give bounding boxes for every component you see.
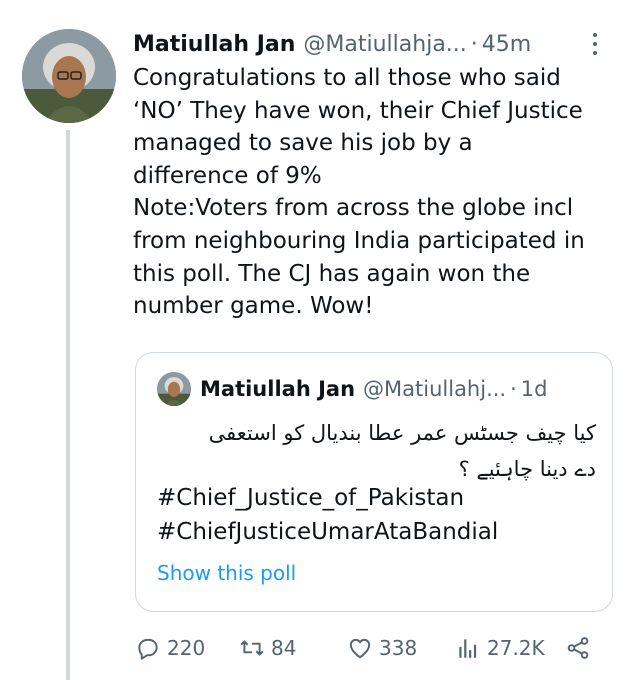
share-icon (567, 637, 589, 659)
quoted-timestamp: 1d (520, 377, 548, 401)
author-name[interactable]: Matiullah Jan (133, 32, 295, 57)
hashtag-chief-justice-umar-ata-bandial[interactable]: #ChiefJusticeUmarAtaBandial (157, 519, 498, 545)
avatar-image (22, 29, 116, 123)
heart-icon (349, 638, 371, 659)
share-button[interactable] (565, 628, 591, 668)
thread-line (66, 130, 70, 680)
reply-count: 220 (167, 636, 206, 660)
tweet-header: Matiullah Jan @Matiullahja... · 45m (133, 26, 613, 62)
like-count: 338 (379, 636, 418, 660)
like-button[interactable]: 338 (347, 628, 417, 668)
reply-icon (138, 638, 158, 660)
tweet-actions-bar: 220 84 338 27.2K (135, 628, 615, 668)
quoted-tweet-urdu-text: کیا چیف جسٹس عمر عطا بندیال کو استعفی دے… (156, 415, 596, 487)
quoted-author-name: Matiullah Jan (200, 377, 356, 401)
quoted-avatar-image (157, 372, 191, 406)
quoted-author-handle: @Matiullahj... (363, 377, 507, 401)
quoted-tweet-header: Matiullah Jan @Matiullahj... · 1d (200, 371, 600, 407)
separator-dot: · (470, 31, 478, 57)
view-count: 27.2K (487, 636, 545, 660)
hashtag-chief-justice-of-pakistan[interactable]: #Chief_Justice_of_Pakistan (157, 485, 464, 511)
retweet-button[interactable]: 84 (239, 628, 296, 668)
quoted-separator-dot: · (510, 377, 517, 401)
retweet-count: 84 (271, 636, 297, 660)
views-button[interactable]: 27.2K (455, 628, 545, 668)
urdu-line-1: کیا چیف جسٹس عمر عطا بندیال کو استعفی (208, 421, 596, 445)
show-poll-link[interactable]: Show this poll (157, 561, 296, 585)
tweet-text: Congratulations to all those who said ‘N… (133, 65, 585, 320)
quoted-tweet-card[interactable]: Matiullah Jan @Matiullahj... · 1d کیا چی… (135, 352, 613, 612)
author-handle[interactable]: @Matiullahja... (303, 32, 466, 57)
author-avatar[interactable] (22, 29, 116, 123)
more-options-icon[interactable] (585, 26, 605, 62)
retweet-icon (240, 640, 264, 656)
quoted-author-avatar (157, 372, 191, 406)
reply-button[interactable]: 220 (135, 628, 205, 668)
views-chart-icon (459, 639, 477, 658)
urdu-line-2: دے دینا چاہئیے ؟ (458, 457, 596, 481)
tweet-timestamp[interactable]: 45m (482, 32, 531, 57)
